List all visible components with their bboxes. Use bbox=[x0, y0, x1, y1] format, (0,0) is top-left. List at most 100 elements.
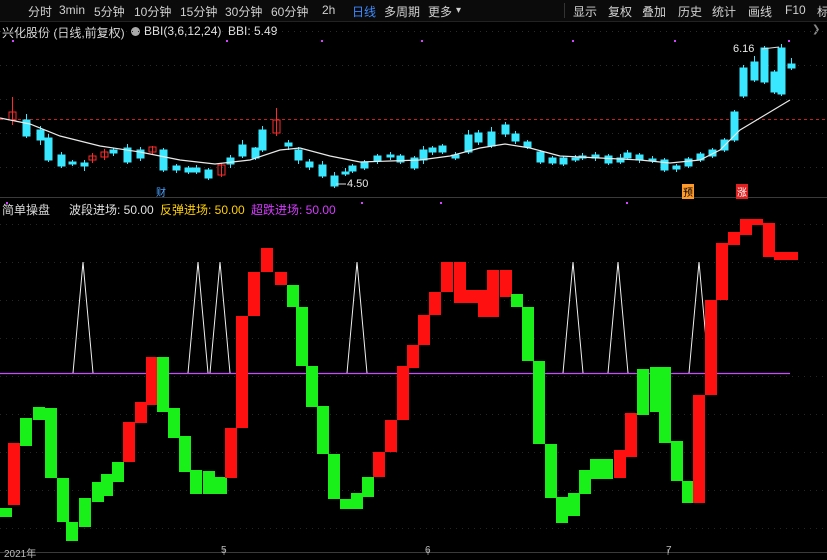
grid-dot bbox=[624, 224, 625, 225]
grid-dot bbox=[564, 133, 565, 134]
grid-dot bbox=[810, 414, 811, 415]
candle-body bbox=[464, 134, 473, 153]
grid-dot bbox=[174, 99, 175, 100]
grid-dot bbox=[576, 490, 577, 491]
grid-dot bbox=[162, 31, 163, 32]
grid-dot bbox=[306, 99, 307, 100]
grid-dot bbox=[450, 99, 451, 100]
grid-dot bbox=[96, 300, 97, 301]
grid-dot bbox=[726, 452, 727, 453]
grid-dot bbox=[468, 224, 469, 225]
limit-up-marker[interactable]: 涨 bbox=[736, 184, 748, 199]
grid-dot bbox=[690, 133, 691, 134]
grid-dot bbox=[690, 99, 691, 100]
forecast-marker[interactable]: 预 bbox=[682, 184, 694, 199]
grid-dot bbox=[270, 99, 271, 100]
grid-dot bbox=[156, 31, 157, 32]
grid-dot bbox=[330, 167, 331, 168]
grid-dot bbox=[240, 452, 241, 453]
signal-dot bbox=[321, 40, 323, 42]
grid-dot bbox=[18, 133, 19, 134]
grid-dot bbox=[78, 338, 79, 339]
grid-dot bbox=[558, 133, 559, 134]
grid-dot bbox=[816, 262, 817, 263]
grid-dot bbox=[582, 224, 583, 225]
grid-dot bbox=[282, 300, 283, 301]
wave-bar bbox=[0, 508, 12, 517]
grid-dot bbox=[768, 414, 769, 415]
grid-dot bbox=[690, 452, 691, 453]
grid-dot bbox=[684, 167, 685, 168]
candle-body bbox=[684, 158, 693, 167]
grid-dot bbox=[186, 490, 187, 491]
grid-dot bbox=[66, 65, 67, 66]
grid-dot bbox=[114, 31, 115, 32]
grid-dot bbox=[78, 452, 79, 453]
grid-dot bbox=[510, 31, 511, 32]
wave-bar bbox=[418, 315, 430, 345]
grid-dot bbox=[600, 376, 601, 377]
grid-dot bbox=[234, 376, 235, 377]
grid-dot bbox=[624, 99, 625, 100]
grid-dot bbox=[456, 452, 457, 453]
grid-dot bbox=[576, 167, 577, 168]
grid-dot bbox=[582, 262, 583, 263]
grid-dot bbox=[372, 65, 373, 66]
grid-dot bbox=[84, 65, 85, 66]
grid-dot bbox=[336, 224, 337, 225]
grid-dot bbox=[678, 376, 679, 377]
grid-dot bbox=[186, 224, 187, 225]
grid-dot bbox=[96, 167, 97, 168]
grid-dot bbox=[612, 376, 613, 377]
grid-dot bbox=[138, 133, 139, 134]
grid-dot bbox=[360, 224, 361, 225]
grid-dot bbox=[762, 262, 763, 263]
grid-dot bbox=[384, 224, 385, 225]
signal-dot bbox=[626, 202, 628, 204]
wave-bar bbox=[351, 493, 363, 509]
grid-dot bbox=[642, 300, 643, 301]
finance-marker[interactable]: 财 bbox=[156, 184, 166, 199]
grid-dot bbox=[786, 376, 787, 377]
grid-dot bbox=[228, 99, 229, 100]
grid-dot bbox=[390, 452, 391, 453]
wave-bar bbox=[373, 452, 385, 477]
candle-body bbox=[511, 133, 520, 142]
grid-dot bbox=[300, 31, 301, 32]
grid-dot bbox=[606, 452, 607, 453]
grid-dot bbox=[816, 376, 817, 377]
grid-dot bbox=[426, 133, 427, 134]
grid-dot bbox=[504, 167, 505, 168]
wave-bar bbox=[362, 477, 374, 497]
grid-dot bbox=[498, 528, 499, 529]
grid-dot bbox=[258, 452, 259, 453]
grid-dot bbox=[306, 224, 307, 225]
grid-dot bbox=[672, 376, 673, 377]
grid-dot bbox=[540, 528, 541, 529]
grid-dot bbox=[204, 528, 205, 529]
grid-dot bbox=[732, 414, 733, 415]
grid-dot bbox=[210, 31, 211, 32]
grid-dot bbox=[150, 338, 151, 339]
grid-dot bbox=[792, 167, 793, 168]
grid-dot bbox=[684, 224, 685, 225]
grid-dot bbox=[486, 376, 487, 377]
grid-dot bbox=[594, 452, 595, 453]
grid-dot bbox=[534, 167, 535, 168]
grid-dot bbox=[210, 300, 211, 301]
grid-dot bbox=[810, 65, 811, 66]
grid-dot bbox=[132, 376, 133, 377]
grid-dot bbox=[750, 31, 751, 32]
grid-dot bbox=[264, 99, 265, 100]
grid-dot bbox=[600, 490, 601, 491]
grid-dot bbox=[636, 167, 637, 168]
grid-dot bbox=[708, 414, 709, 415]
grid-dot bbox=[780, 133, 781, 134]
grid-dot bbox=[786, 300, 787, 301]
grid-dot bbox=[366, 338, 367, 339]
grid-dot bbox=[408, 490, 409, 491]
chart-canvas[interactable] bbox=[0, 0, 827, 555]
grid-dot bbox=[516, 65, 517, 66]
grid-dot bbox=[606, 65, 607, 66]
grid-dot bbox=[690, 65, 691, 66]
